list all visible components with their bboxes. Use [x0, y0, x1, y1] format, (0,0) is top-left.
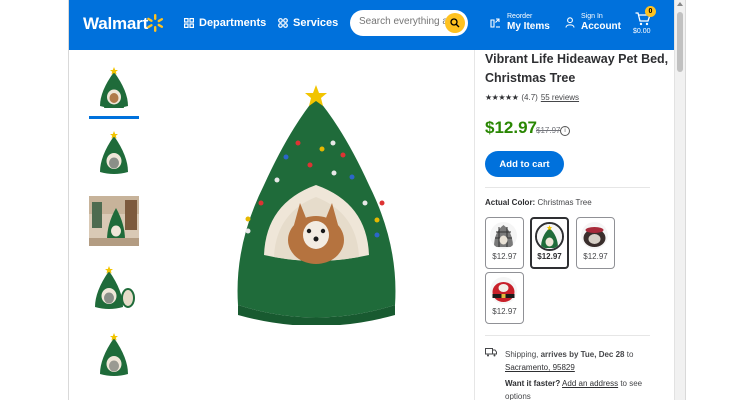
color-label-row: Actual Color: Christmas Tree [485, 198, 592, 207]
reorder-big-label: My Items [507, 21, 550, 32]
want-faster-label: Want it faster? [505, 379, 561, 388]
user-icon [565, 17, 575, 28]
color-swatch-2-selected[interactable]: $12.97 [530, 217, 569, 269]
tree-bed-thumbnail-image [100, 67, 128, 108]
rating-stars-icon: ★★★★★ [485, 93, 519, 102]
thumbnail-2[interactable] [89, 128, 139, 178]
plaid-bed-icon [490, 222, 517, 249]
swatch-price: $12.97 [492, 252, 517, 261]
color-swatch-1[interactable]: $12.97 [485, 217, 524, 269]
want-faster-row: Want it faster? Add an address to see op… [505, 377, 655, 400]
main-product-image [237, 85, 396, 325]
shipping-location-link[interactable]: Sacramento, 95829 [505, 363, 575, 372]
search-icon [450, 18, 460, 28]
add-to-cart-button[interactable]: Add to cart [485, 151, 564, 177]
departments-label: Departments [199, 17, 267, 29]
product-info-panel: Vibrant Life Hideaway Pet Bed, Christmas… [474, 50, 675, 400]
services-label: Services [293, 17, 339, 29]
selected-thumbnail-indicator [89, 116, 139, 119]
departments-button[interactable]: Departments [184, 17, 266, 29]
thumbnail-5[interactable] [89, 330, 139, 380]
shipping-to: to [626, 350, 634, 359]
rating-row: ★★★★★ (4.7) 55 reviews [485, 93, 579, 102]
reorder-icon [490, 18, 500, 28]
info-icon[interactable]: i [560, 126, 570, 136]
product-title: Vibrant Life Hideaway Pet Bed, Christmas… [485, 52, 669, 85]
tree-bed-icon [535, 222, 564, 251]
services-icon [278, 18, 288, 28]
rating-value: (4.7) [521, 93, 538, 102]
lifestyle-room-thumbnail-image [89, 196, 139, 246]
signin-big-label: Account [581, 21, 621, 32]
signin-small-label: Sign In [581, 13, 603, 20]
thumbnail-1[interactable] [89, 63, 139, 113]
tree-bed-empty-thumbnail-image [100, 131, 128, 174]
reorder-small-label: Reorder [507, 13, 533, 20]
color-value: Christmas Tree [537, 198, 592, 207]
cart-total: $0.00 [633, 28, 651, 35]
swatch-price: $12.97 [537, 252, 562, 261]
current-price: $12.97 [485, 118, 537, 137]
divider [485, 335, 650, 336]
shipping-prefix: Shipping, [505, 350, 539, 359]
search-button[interactable] [445, 13, 465, 33]
truck-icon [485, 348, 497, 357]
reviews-link[interactable]: 55 reviews [541, 93, 579, 102]
walmart-logo[interactable]: Walmart [83, 14, 148, 34]
scrollbar-thumb[interactable] [677, 12, 683, 72]
search-input[interactable] [359, 16, 447, 27]
account-link[interactable]: Sign In Account [565, 12, 621, 33]
thumbnail-3[interactable] [89, 196, 139, 246]
was-price: $17.97 [536, 126, 561, 135]
browser-viewport: Walmart Departments Services Search ever… [68, 0, 686, 400]
dark-bed-icon [581, 222, 608, 249]
grid-icon [184, 18, 194, 28]
color-swatch-3[interactable]: $12.97 [576, 217, 615, 269]
swatch-price: $12.97 [583, 252, 608, 261]
color-label: Actual Color: [485, 198, 536, 207]
swatch-price: $12.97 [492, 307, 517, 316]
spark-icon [147, 14, 164, 32]
santa-bed-icon [490, 277, 517, 304]
cart-button[interactable]: 0 $0.00 [633, 6, 657, 42]
scroll-up-arrow[interactable] [677, 2, 683, 6]
reorder-link[interactable]: Reorder My Items [490, 12, 550, 33]
shipping-arrival: arrives by Tue, Dec 28 [540, 350, 625, 359]
thumbnail-4[interactable] [89, 263, 139, 313]
page-scrollbar[interactable] [674, 0, 685, 400]
add-address-link[interactable]: Add an address [562, 379, 618, 388]
divider [485, 187, 650, 188]
services-button[interactable]: Services [278, 17, 338, 29]
tree-bed-side-thumbnail-image [100, 333, 128, 376]
tree-bed-open-thumbnail-image [95, 266, 135, 309]
cart-count-badge: 0 [645, 6, 656, 17]
search-bar [350, 10, 468, 36]
color-swatch-4[interactable]: $12.97 [485, 272, 524, 324]
site-header: Walmart Departments Services Search ever… [69, 0, 674, 50]
